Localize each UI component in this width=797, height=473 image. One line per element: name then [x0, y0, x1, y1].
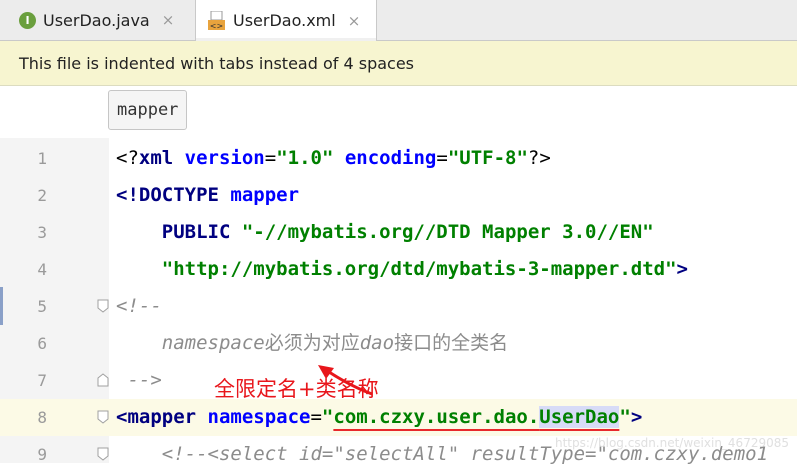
watermark: https://blog.csdn.net/weixin_46729085: [554, 436, 789, 450]
code-text: PUBLIC "-//mybatis.org//DTD Mapper 3.0//…: [161, 221, 654, 243]
code-text: <?xml version="1.0" encoding="UTF-8"?>: [116, 147, 551, 169]
fold-icon[interactable]: [97, 299, 109, 313]
code-line-3[interactable]: 3 PUBLIC "-//mybatis.org//DTD Mapper 3.0…: [0, 214, 797, 251]
svg-text:<>: <>: [210, 22, 223, 31]
code-text: <mapper namespace="com.czxy.user.dao.Use…: [116, 406, 643, 428]
code-line-7[interactable]: 7 -->: [0, 362, 797, 399]
fold-end-icon[interactable]: [97, 373, 109, 387]
code-line-5[interactable]: 5 <!--: [0, 287, 797, 325]
line-number: 9: [37, 445, 47, 464]
line-number: 3: [37, 223, 47, 242]
code-text: "http://mybatis.org/dtd/mybatis-3-mapper…: [161, 258, 688, 280]
code-text: namespace必须为对应dao接口的全类名: [161, 332, 509, 354]
editor-tab-bar: I UserDao.java × <> UserDao.xml ×: [0, 0, 797, 41]
line-number: 2: [37, 186, 47, 205]
code-line-2[interactable]: 2 <!DOCTYPE mapper: [0, 177, 797, 214]
line-number: 4: [37, 260, 47, 279]
code-line-6[interactable]: 6 namespace必须为对应dao接口的全类名: [0, 325, 797, 362]
code-text: -->: [127, 369, 162, 391]
line-number: 6: [37, 334, 47, 353]
fold-icon[interactable]: [97, 410, 109, 424]
code-text: <!DOCTYPE mapper: [116, 184, 300, 206]
line-number: 5: [37, 297, 47, 316]
code-line-4[interactable]: 4 "http://mybatis.org/dtd/mybatis-3-mapp…: [0, 251, 797, 288]
tab-userdao-java[interactable]: I UserDao.java ×: [0, 0, 194, 40]
close-icon[interactable]: ×: [162, 11, 175, 29]
line-number: 8: [37, 408, 47, 427]
code-line-8[interactable]: 8 <mapper namespace="com.czxy.user.dao.U…: [0, 399, 797, 436]
code-line-1[interactable]: 1 <?xml version="1.0" encoding="UTF-8"?>: [0, 140, 797, 177]
annotation-label: 全限定名+类名称: [214, 377, 379, 401]
line-number: 7: [37, 371, 47, 390]
xml-file-icon: <>: [208, 10, 225, 31]
tab-label: UserDao.xml: [233, 11, 336, 30]
line-number: 1: [37, 149, 47, 168]
tab-label: UserDao.java: [43, 10, 150, 30]
tab-userdao-xml[interactable]: <> UserDao.xml ×: [195, 0, 377, 41]
close-icon[interactable]: ×: [348, 12, 361, 30]
interface-icon: I: [19, 11, 36, 29]
notification-text: This file is indented with tabs instead …: [19, 53, 415, 73]
code-text: <!--: [116, 295, 162, 317]
breadcrumb-mapper[interactable]: mapper: [108, 90, 188, 130]
indent-notification-bar: This file is indented with tabs instead …: [0, 41, 797, 86]
fold-icon[interactable]: [97, 447, 109, 461]
